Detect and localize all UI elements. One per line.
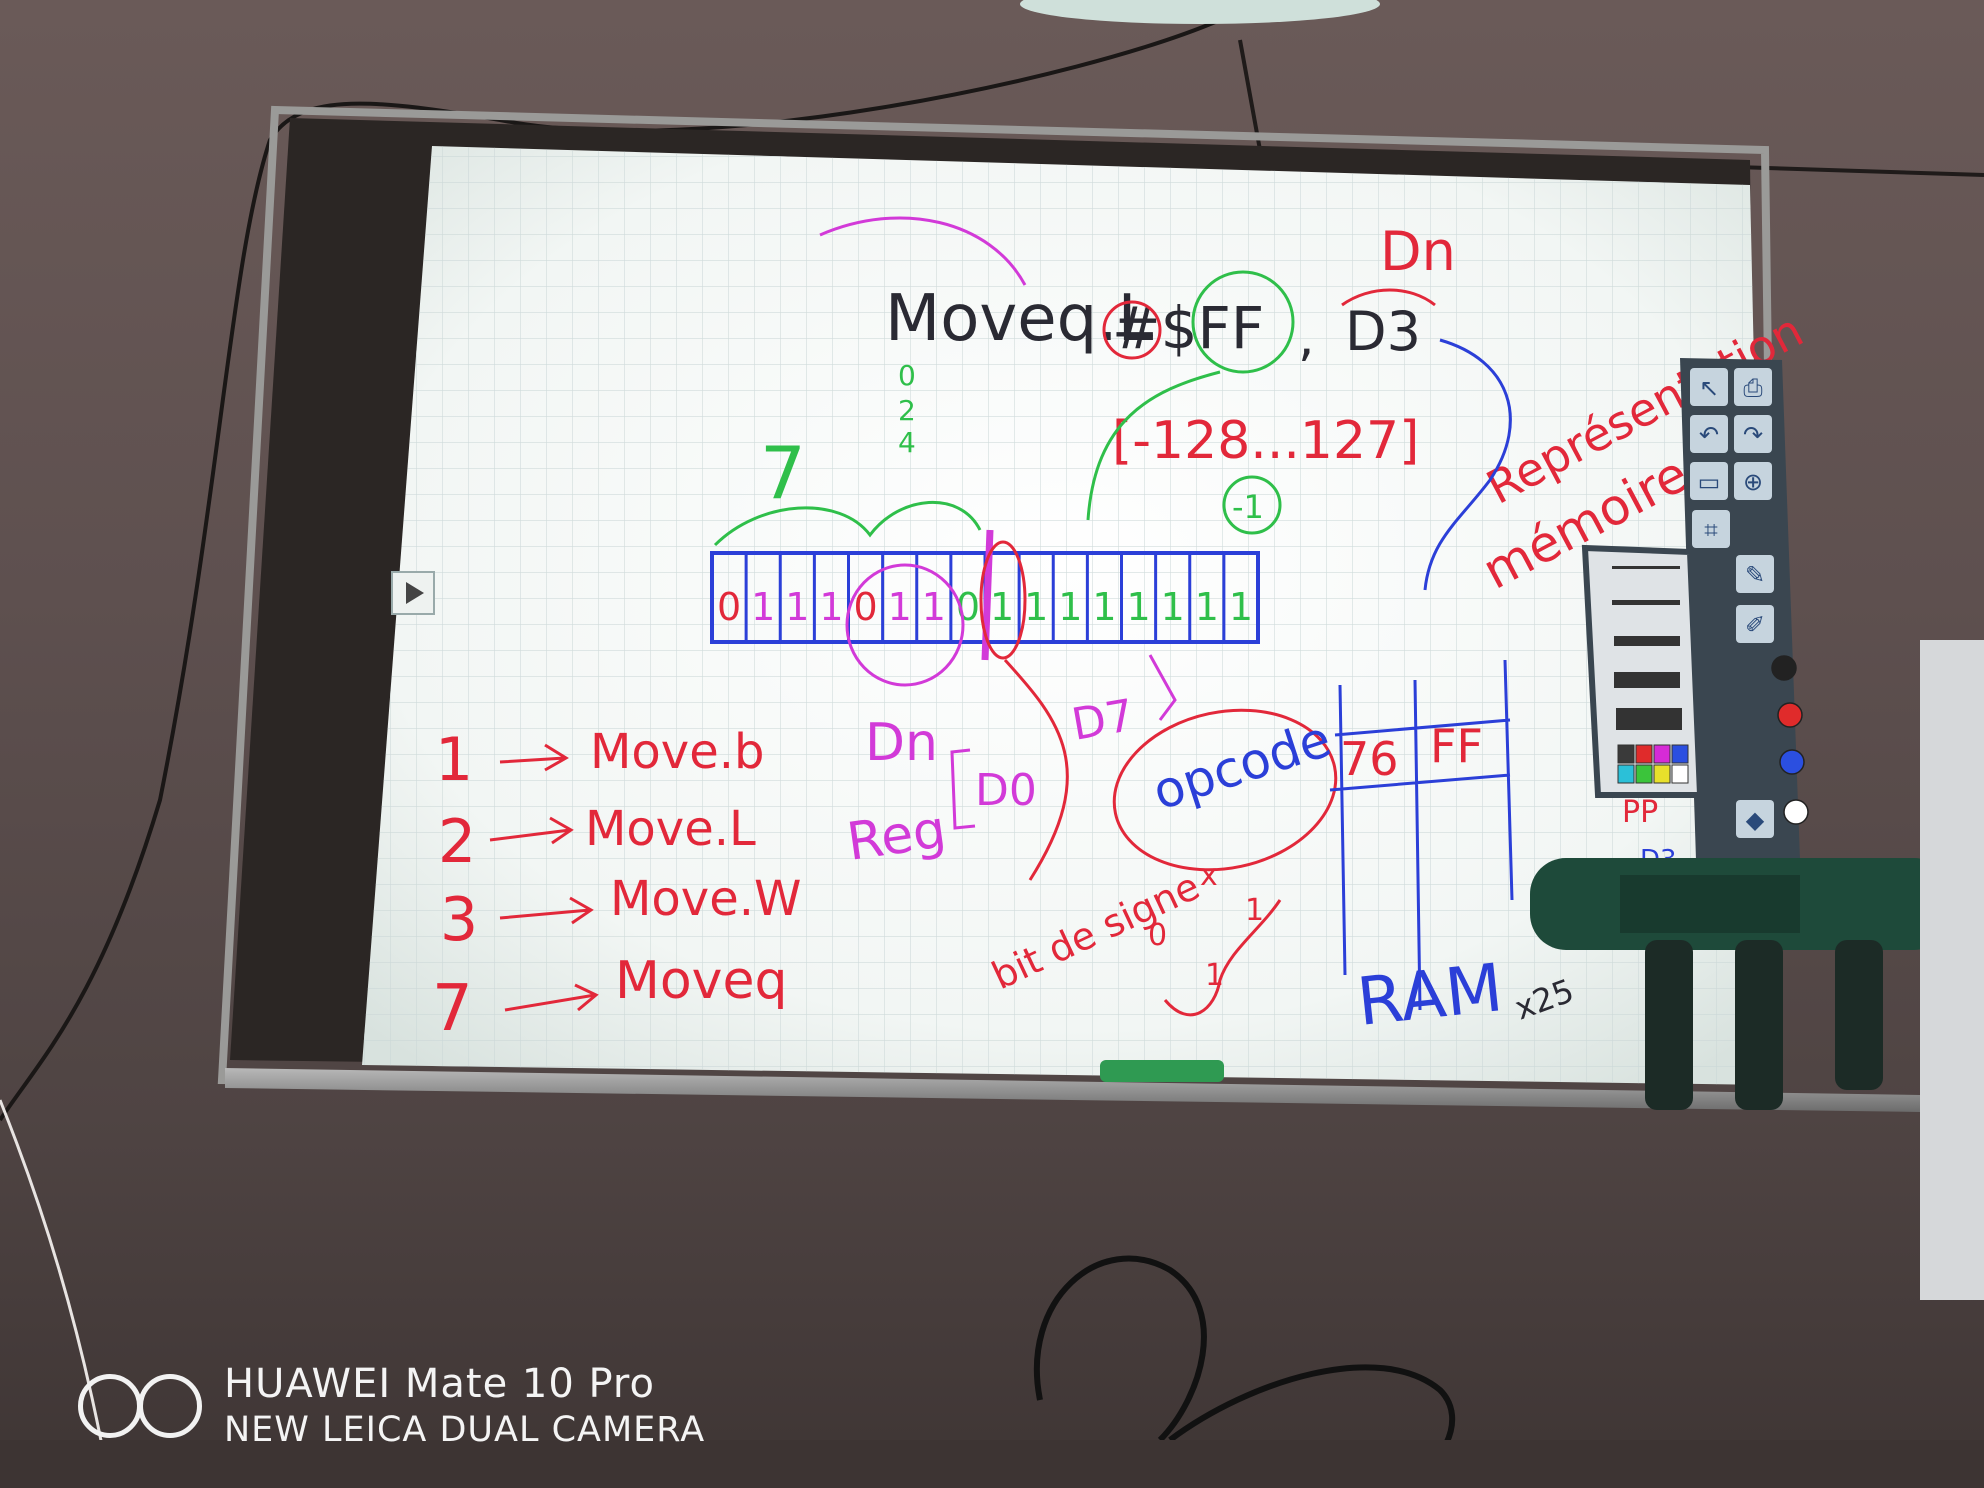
size-label-3: Move.W	[610, 871, 801, 927]
green-marker	[1100, 1060, 1224, 1082]
dest-note: Dn	[1380, 220, 1456, 283]
highlighter-icon: ✐	[1745, 611, 1765, 639]
size-digit-0: 0	[898, 359, 916, 392]
camera-leg-1	[1645, 940, 1693, 1110]
d0-label: D0	[975, 765, 1037, 816]
photo-scene: Moveq.L #$FF , D3 Dn 0 2 4 [-128...127] …	[0, 0, 1984, 1488]
sign-bit-0: 0	[1148, 918, 1167, 953]
palette-swatch[interactable]	[1671, 764, 1689, 784]
camera-body	[1620, 875, 1800, 933]
ram-label: RAM	[1354, 949, 1507, 1041]
bit-cell: 1	[1195, 585, 1219, 629]
size-digit-1: 2	[898, 394, 916, 427]
green-seven: 7	[760, 431, 806, 515]
bit-cell: 1	[922, 585, 946, 629]
size-num-2: 2	[438, 807, 476, 877]
size-num-3: 3	[440, 885, 478, 955]
line-width-2[interactable]	[1612, 600, 1680, 605]
palette-swatch[interactable]	[1653, 764, 1671, 784]
redo-icon: ↷	[1743, 421, 1763, 449]
bit-cell: 1	[1229, 585, 1253, 629]
colour-swatch[interactable]	[1777, 702, 1803, 728]
capture-icon: ⌗	[1704, 516, 1718, 544]
ram-cell-1: FF	[1430, 719, 1483, 773]
palette-swatch[interactable]	[1653, 744, 1671, 764]
palette-swatch[interactable]	[1635, 744, 1653, 764]
size-digit-2: 4	[898, 426, 916, 459]
bit-cell: 1	[990, 585, 1014, 629]
colour-swatch[interactable]	[1783, 799, 1809, 825]
camera-leg-3	[1835, 940, 1883, 1090]
line-width-4[interactable]	[1614, 672, 1680, 688]
palette-swatch[interactable]	[1617, 764, 1635, 784]
instruction-destination: D3	[1345, 300, 1421, 363]
desk-cable-1	[1033, 1255, 1207, 1443]
bit-cell: 1	[1024, 585, 1048, 629]
immediate-range: [-128...127]	[1112, 411, 1419, 471]
printer-icon: ⎙	[1743, 374, 1762, 402]
d7-label: D7	[1068, 690, 1138, 751]
line-width-5[interactable]	[1616, 708, 1682, 730]
palette-swatch[interactable]	[1617, 744, 1635, 764]
pen-icon: ✎	[1745, 561, 1765, 589]
minus-one: -1	[1232, 488, 1264, 526]
cursor-icon: ↖	[1699, 374, 1719, 402]
bit-cell: 1	[819, 585, 843, 629]
bit-cell: 1	[1161, 585, 1185, 629]
line-width-1[interactable]	[1612, 566, 1680, 569]
size-num-1: 1	[435, 725, 473, 795]
bit-cell: 1	[1126, 585, 1150, 629]
size-num-4: 7	[432, 972, 473, 1046]
bit-cell: 0	[717, 585, 741, 629]
palette-swatch[interactable]	[1671, 744, 1689, 764]
instruction-separator: ,	[1298, 308, 1315, 368]
bit-cell: 1	[1092, 585, 1116, 629]
leica-rings-icon	[78, 1373, 202, 1438]
watermark-camera: NEW LEICA DUAL CAMERA	[224, 1409, 706, 1450]
bit-cell: 1	[751, 585, 775, 629]
ptr-label: PP	[1622, 795, 1658, 830]
instruction-immediate: #$FF	[1112, 294, 1264, 362]
dn-label: Dn	[865, 713, 938, 773]
line-width-3[interactable]	[1614, 636, 1680, 646]
watermark-model: HUAWEI Mate 10 Pro	[224, 1361, 655, 1407]
size-label-4: Moveq	[615, 951, 787, 1011]
ram-cell-0: 76	[1340, 732, 1399, 786]
colour-swatch[interactable]	[1771, 655, 1797, 681]
size-label-2: Move.L	[585, 801, 756, 857]
bit-cell: 1	[1058, 585, 1082, 629]
size-label-1: Move.b	[590, 724, 764, 780]
bit-cell: 1	[888, 585, 912, 629]
zoom-icon: ⊕	[1743, 468, 1763, 496]
monitor-edge	[1920, 640, 1984, 1300]
screen-icon: ▭	[1698, 468, 1721, 496]
palette-swatch[interactable]	[1635, 764, 1653, 784]
camera-leg-2	[1735, 940, 1783, 1110]
projector-edge	[1020, 0, 1380, 24]
undo-icon: ↶	[1699, 421, 1719, 449]
eraser-icon: ◆	[1746, 806, 1765, 834]
camera-watermark: HUAWEI Mate 10 Pro NEW LEICA DUAL CAMERA	[78, 1360, 705, 1451]
colour-swatch[interactable]	[1779, 749, 1805, 775]
bit-cell: 1	[785, 585, 809, 629]
sign-bit-x: x	[1200, 858, 1218, 893]
